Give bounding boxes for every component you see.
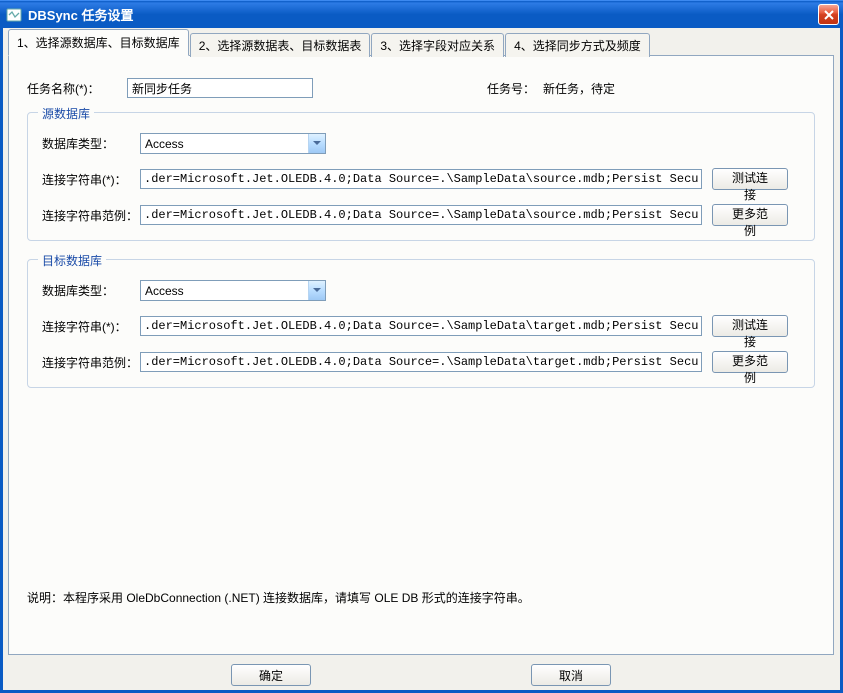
tab-3-field-mapping[interactable]: 3、选择字段对应关系 xyxy=(371,33,504,57)
target-test-connection-button[interactable]: 测试连接 xyxy=(712,315,788,337)
source-legend: 源数据库 xyxy=(38,105,94,122)
target-dbtype-select[interactable]: Access xyxy=(140,280,326,301)
window-body: 1、选择源数据库、目标数据库 2、选择源数据表、目标数据表 3、选择字段对应关系… xyxy=(0,28,843,693)
tab-2-select-table[interactable]: 2、选择源数据表、目标数据表 xyxy=(190,33,371,57)
source-more-examples-button[interactable]: 更多范例 xyxy=(712,204,788,226)
tabpage-1: 任务名称(*)： 任务号： 新任务，待定 源数据库 数据库类型： Access xyxy=(8,55,834,655)
close-button[interactable] xyxy=(818,4,839,25)
target-fieldset: 目标数据库 数据库类型： Access 连接字符串(*)： 测试连接 xyxy=(27,259,815,388)
target-conn-label: 连接字符串(*)： xyxy=(42,318,140,335)
tab-1-select-db[interactable]: 1、选择源数据库、目标数据库 xyxy=(8,29,189,56)
task-id-label: 任务号： xyxy=(487,80,535,97)
target-legend: 目标数据库 xyxy=(38,252,106,269)
titlebar: DBSync 任务设置 xyxy=(0,0,843,28)
ok-button[interactable]: 确定 xyxy=(231,664,311,686)
window-title: DBSync 任务设置 xyxy=(28,5,133,24)
footer-buttons: 确定 取消 xyxy=(8,664,834,686)
task-id-value: 新任务，待定 xyxy=(543,80,615,97)
source-dbtype-select[interactable]: Access xyxy=(140,133,326,154)
cancel-button[interactable]: 取消 xyxy=(531,664,611,686)
source-example-input xyxy=(140,205,702,225)
task-name-label: 任务名称(*)： xyxy=(27,80,127,97)
source-conn-label: 连接字符串(*)： xyxy=(42,171,140,188)
source-example-label: 连接字符串范例： xyxy=(42,207,140,224)
task-name-input[interactable] xyxy=(127,78,313,98)
source-conn-input[interactable] xyxy=(140,169,702,189)
target-more-examples-button[interactable]: 更多范例 xyxy=(712,351,788,373)
app-icon xyxy=(6,7,22,23)
source-fieldset: 源数据库 数据库类型： Access 连接字符串(*)： 测试连接 xyxy=(27,112,815,241)
note-text: 说明：本程序采用 OleDbConnection (.NET) 连接数据库，请填… xyxy=(27,589,530,606)
target-example-label: 连接字符串范例： xyxy=(42,354,140,371)
source-dbtype-label: 数据库类型： xyxy=(42,135,140,152)
source-test-connection-button[interactable]: 测试连接 xyxy=(712,168,788,190)
tabbar: 1、选择源数据库、目标数据库 2、选择源数据表、目标数据表 3、选择字段对应关系… xyxy=(8,34,834,56)
chevron-down-icon xyxy=(308,281,325,300)
target-example-input xyxy=(140,352,702,372)
target-dbtype-value: Access xyxy=(145,284,184,298)
chevron-down-icon xyxy=(308,134,325,153)
source-dbtype-value: Access xyxy=(145,137,184,151)
tab-4-sync-mode[interactable]: 4、选择同步方式及频度 xyxy=(505,33,650,57)
target-dbtype-label: 数据库类型： xyxy=(42,282,140,299)
target-conn-input[interactable] xyxy=(140,316,702,336)
